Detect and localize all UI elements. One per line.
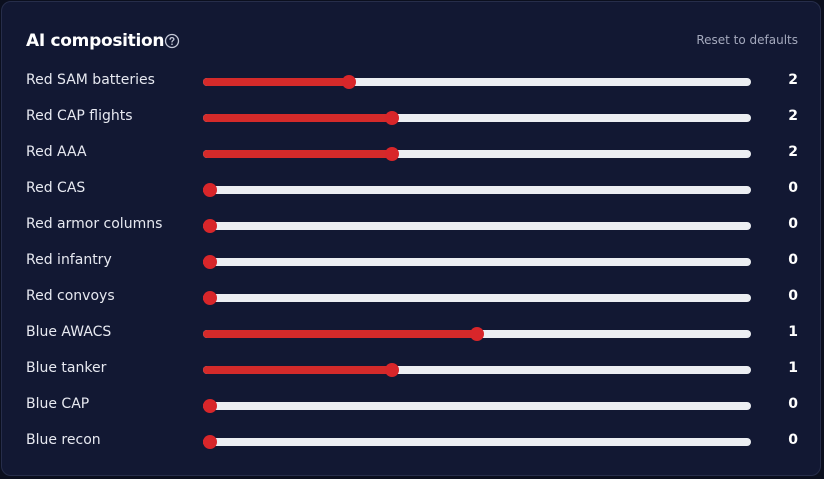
slider-fill	[203, 366, 392, 374]
slider-label: Red SAM batteries	[26, 72, 155, 88]
slider-track[interactable]	[203, 363, 751, 377]
slider-thumb[interactable]	[385, 111, 399, 125]
slider-label: Red infantry	[26, 252, 112, 268]
ai-composition-panel: AI composition Reset to defaults Red SAM…	[1, 1, 821, 476]
slider-thumb[interactable]	[385, 363, 399, 377]
slider-track[interactable]	[203, 183, 751, 197]
slider-value: 2	[788, 108, 798, 124]
slider-label: Red AAA	[26, 144, 87, 160]
slider-label: Red CAS	[26, 180, 86, 196]
slider-value: 0	[788, 252, 798, 268]
slider-fill	[203, 150, 392, 158]
slider-row: Red CAP flights 2	[2, 100, 820, 136]
slider-label: Red convoys	[26, 288, 115, 304]
slider-row: Red armor columns 0	[2, 208, 820, 244]
slider-value: 0	[788, 216, 798, 232]
slider-thumb[interactable]	[203, 291, 217, 305]
slider-fill	[203, 78, 349, 86]
slider-row: Blue AWACS 1	[2, 316, 820, 352]
slider-thumb[interactable]	[470, 327, 484, 341]
slider-track[interactable]	[203, 255, 751, 269]
slider-track[interactable]	[203, 111, 751, 125]
slider-label: Blue CAP	[26, 396, 90, 412]
slider-row: Red AAA 2	[2, 136, 820, 172]
slider-track[interactable]	[203, 75, 751, 89]
slider-fill	[203, 114, 392, 122]
slider-thumb[interactable]	[203, 183, 217, 197]
slider-label: Blue recon	[26, 432, 101, 448]
slider-row: Blue CAP 0	[2, 388, 820, 424]
slider-row: Red SAM batteries 2	[2, 64, 820, 100]
slider-track[interactable]	[203, 399, 751, 413]
slider-row: Red infantry 0	[2, 244, 820, 280]
slider-track[interactable]	[203, 327, 751, 341]
slider-track[interactable]	[203, 219, 751, 233]
panel-title: AI composition	[26, 31, 165, 51]
slider-thumb[interactable]	[203, 399, 217, 413]
slider-value: 2	[788, 144, 798, 160]
slider-row: Red CAS 0	[2, 172, 820, 208]
slider-label: Red armor columns	[26, 216, 163, 232]
slider-track[interactable]	[203, 147, 751, 161]
slider-thumb[interactable]	[385, 147, 399, 161]
slider-label: Blue AWACS	[26, 324, 112, 340]
slider-value: 0	[788, 180, 798, 196]
slider-thumb[interactable]	[203, 255, 217, 269]
slider-row: Blue tanker 1	[2, 352, 820, 388]
slider-value: 1	[788, 324, 798, 340]
slider-fill	[203, 330, 477, 338]
slider-value: 0	[788, 396, 798, 412]
slider-thumb[interactable]	[342, 75, 356, 89]
slider-track[interactable]	[203, 291, 751, 305]
slider-thumb[interactable]	[203, 435, 217, 449]
reset-to-defaults-link[interactable]: Reset to defaults	[696, 33, 798, 47]
slider-value: 1	[788, 360, 798, 376]
slider-thumb[interactable]	[203, 219, 217, 233]
slider-value: 0	[788, 432, 798, 448]
slider-label: Blue tanker	[26, 360, 107, 376]
slider-value: 2	[788, 72, 798, 88]
slider-value: 0	[788, 288, 798, 304]
question-circle-icon[interactable]	[164, 33, 180, 49]
slider-label: Red CAP flights	[26, 108, 133, 124]
slider-track[interactable]	[203, 435, 751, 449]
slider-row: Blue recon 0	[2, 424, 820, 460]
slider-row: Red convoys 0	[2, 280, 820, 316]
